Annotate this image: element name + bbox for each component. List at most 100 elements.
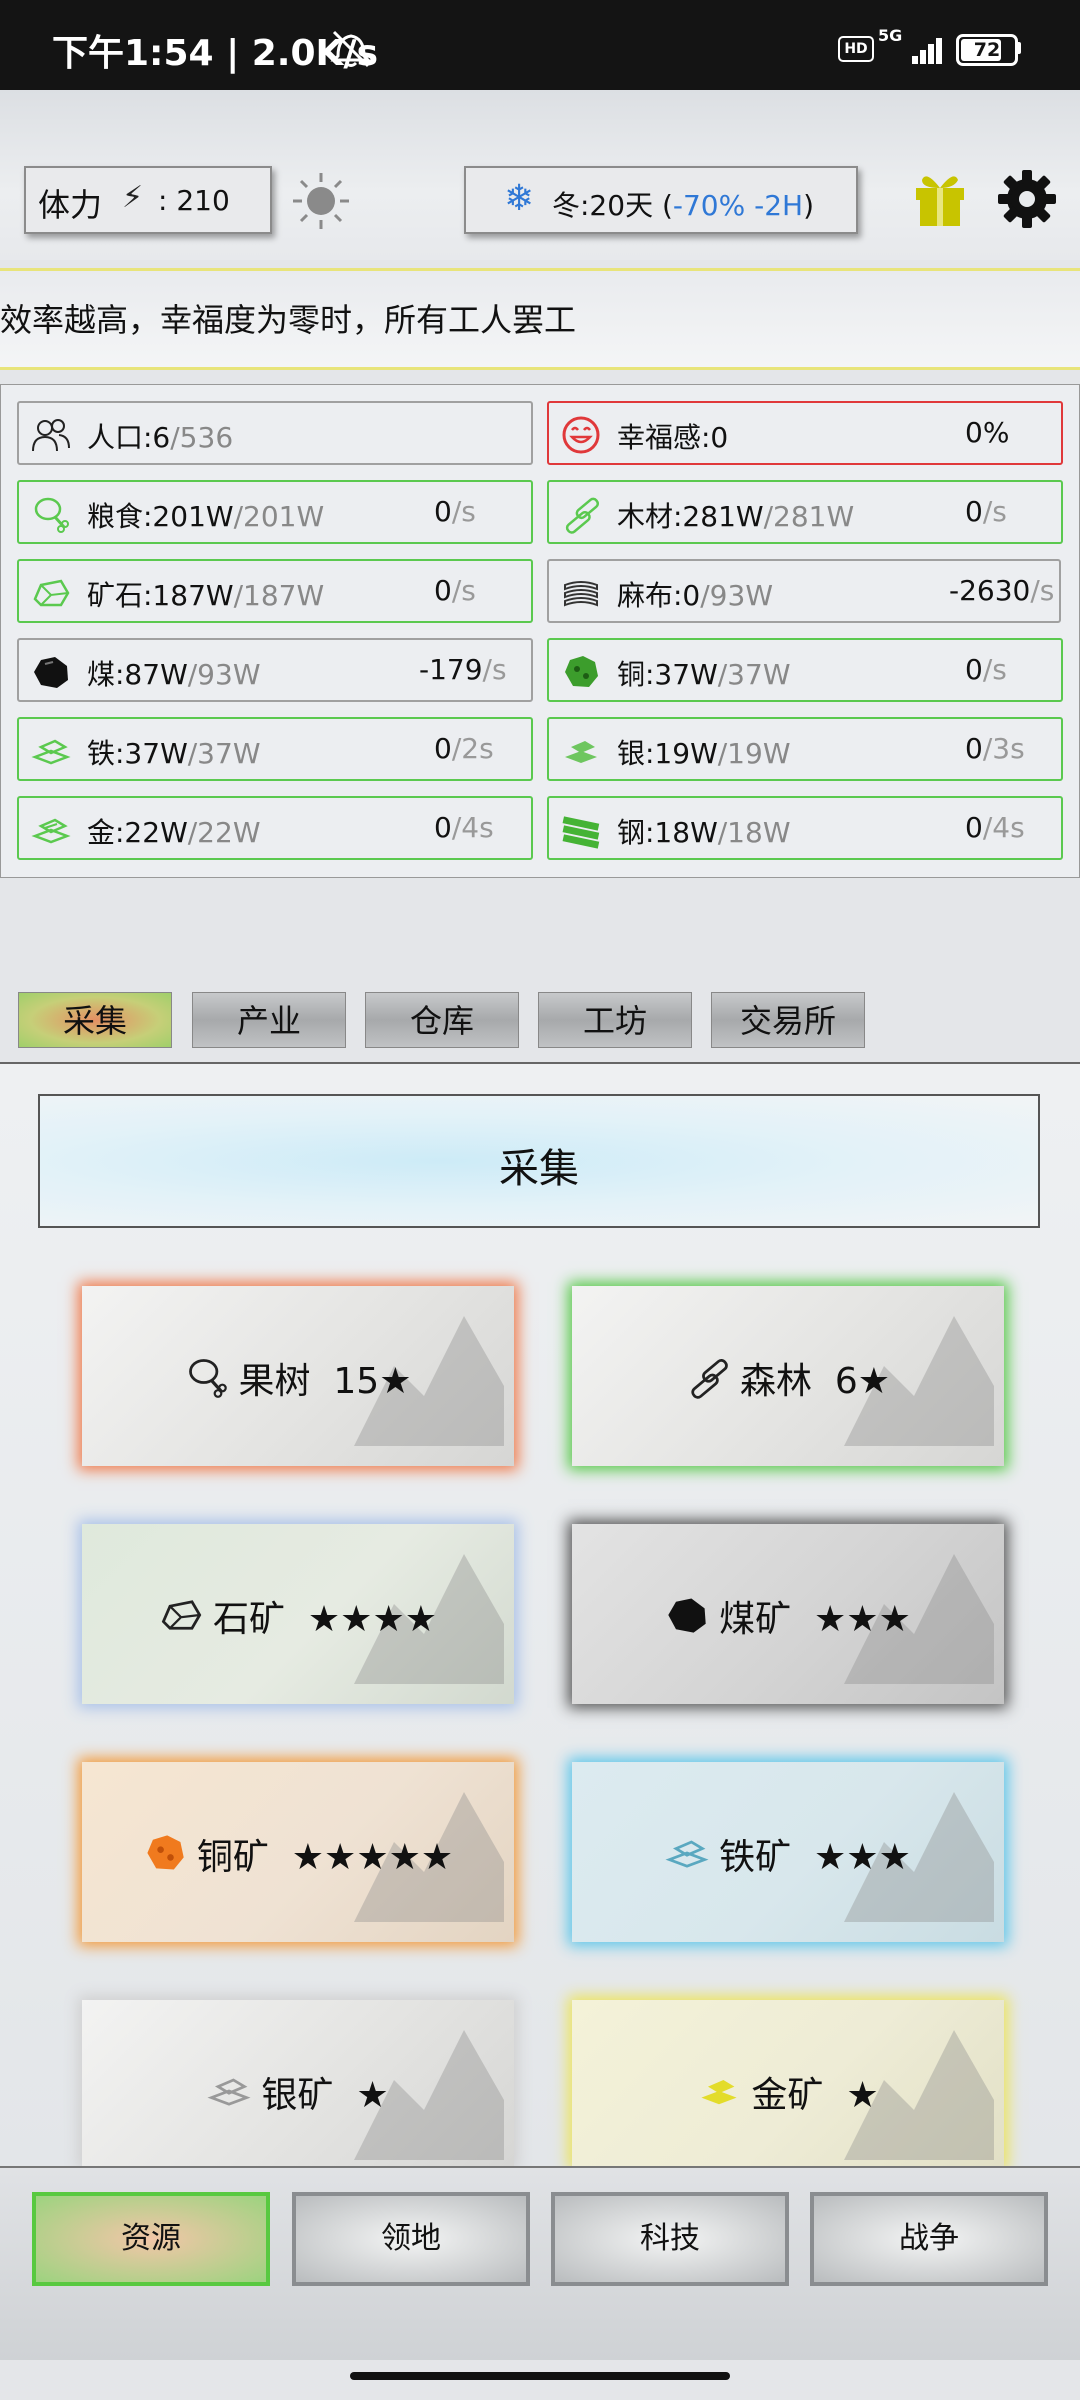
resource-coal[interactable]: 煤:87W/93W -179/s [17,638,533,702]
home-indicator[interactable] [350,2372,730,2380]
resource-label: 银:19W/19W [617,732,791,772]
forest-icon [691,1358,728,1399]
resource-max: /37W [187,737,261,770]
resource-copper[interactable]: 铜:37W/37W 0/s [547,638,1063,702]
tab-gather[interactable]: 采集 [18,992,172,1048]
resource-silver[interactable]: 银:19W/19W 0/3s [547,717,1063,781]
nav-war[interactable]: 战争 [810,2192,1048,2286]
iron-icon [665,1840,709,1868]
linen-icon [564,581,598,607]
bolt-icon: ⚡ [122,180,144,215]
section-banner: 采集 [38,1094,1040,1228]
resource-label: 人口:6/536 [87,416,233,456]
rate-value: 0 [434,574,452,607]
card-copper-mine[interactable]: 铜矿 ★★★★★ [82,1762,514,1942]
battery-level: 72 [973,39,1001,61]
rate-unit: /3s [982,732,1025,765]
tab-bar: 采集 产业 仓库 工坊 交易所 [0,992,1080,1052]
card-name: 银矿 [261,2075,334,2116]
steel-icon [562,816,600,849]
tab-warehouse[interactable]: 仓库 [365,992,519,1048]
resource-max: /187W [233,579,325,612]
stamina-label: 体力 [38,186,103,224]
silver-icon [565,741,597,763]
card-fruit-tree[interactable]: 果树 15★ [82,1286,514,1466]
resource-rate: 0/s [965,495,1007,528]
card-gold-mine[interactable]: 金矿 ★ [572,2000,1004,2166]
wood-icon [565,497,600,534]
card-stone[interactable]: 石矿 ★★★★ [82,1524,514,1704]
population-icon [32,419,70,452]
resource-population[interactable]: 人口:6/536 [17,401,533,465]
rate-value: 0 [965,732,983,765]
rate-unit: /s [982,653,1007,686]
card-stars: ★★★★ [307,1599,437,1640]
resource-wood[interactable]: 木材:281W/281W 0/s [547,480,1063,544]
resource-value: 煤:87W [87,658,188,691]
rate-value: 0 [434,495,452,528]
resource-label: 木材:281W/281W [617,495,854,535]
rate-unit: /s [451,574,476,607]
card-label: 煤矿 ★★★ [572,1590,1004,1642]
copper-icon [565,656,598,687]
resource-panel: 人口:6/536 幸福感:0 0% 粮食:201W/201W 0/s 木材:28… [0,384,1080,878]
resource-rate: 0/s [434,495,476,528]
rate-value: 0 [965,495,983,528]
battery-tip [1016,42,1021,54]
rate-unit: /4s [451,811,494,844]
season-text: 冬:20天 (-70% -2H) [552,184,814,224]
season-day: 冬:20天 ( [552,189,673,222]
stamina-value: : 210 [158,184,230,217]
tab-workshop[interactable]: 工坊 [538,992,692,1048]
resource-label: 铜:37W/37W [617,653,791,693]
resource-rate: -2630/s [949,574,1054,607]
card-coal-mine[interactable]: 煤矿 ★★★ [572,1524,1004,1704]
bottom-nav: 资源 领地 科技 战争 [0,2166,1080,2360]
nav-resources[interactable]: 资源 [32,2192,270,2286]
coal-icon [668,1598,706,1633]
resource-steel[interactable]: 钢:18W/18W 0/4s [547,796,1063,860]
tab-exchange[interactable]: 交易所 [711,992,865,1048]
resource-rate: 0/4s [434,811,494,844]
resource-value: 粮食:201W [87,500,234,533]
sun-icon[interactable] [290,170,352,232]
status-bar: 下午1:54 | 2.0K/s HD 5G 72 [0,0,1080,90]
tab-industry[interactable]: 产业 [192,992,346,1048]
card-stars: 15★ [333,1361,412,1402]
card-label: 铜矿 ★★★★★ [82,1828,514,1880]
card-silver-mine[interactable]: 银矿 ★ [82,2000,514,2166]
resource-gold[interactable]: 金:22W/22W 0/4s [17,796,533,860]
resource-linen[interactable]: 麻布:0/93W -2630/s [547,559,1061,623]
rate-unit: /4s [982,811,1025,844]
silver-icon [207,2078,251,2106]
season-box[interactable]: ❄ 冬:20天 (-70% -2H) [464,166,858,234]
rate-value: 0 [434,811,452,844]
resource-label: 钢:18W/18W [617,811,791,851]
card-stars: 6★ [834,1361,891,1402]
card-stars: ★★★ [814,1599,911,1640]
resource-value: 银:19W [617,737,718,770]
card-forest[interactable]: 森林 6★ [572,1286,1004,1466]
gift-icon[interactable] [912,168,968,228]
resource-label: 麻布:0/93W [617,574,773,614]
card-name: 铜矿 [196,1837,269,1878]
season-effect: -70% -2H [672,189,804,222]
card-iron-mine[interactable]: 铁矿 ★★★ [572,1762,1004,1942]
gear-icon[interactable] [996,168,1058,230]
nav-technology[interactable]: 科技 [551,2192,789,2286]
marquee-text: 效率越高，幸福度为零时，所有工人罢工 [0,301,577,339]
resource-iron[interactable]: 铁:37W/37W 0/2s [17,717,533,781]
nav-territory[interactable]: 领地 [292,2192,530,2286]
resource-value: 人口:6 [87,421,171,454]
season-close: ) [803,189,815,222]
resource-food[interactable]: 粮食:201W/201W 0/s [17,480,533,544]
signal-icon [898,30,946,64]
resource-happiness[interactable]: 幸福感:0 0% [547,401,1063,465]
resource-ore[interactable]: 矿石:187W/187W 0/s [17,559,533,623]
resource-label: 金:22W/22W [87,811,261,851]
copper-icon [147,1835,184,1870]
stamina-box[interactable]: 体力 ⚡ : 210 [24,166,272,234]
resource-value: 铁:37W [87,737,188,770]
hd-badge: HD [838,36,874,62]
rate-value: -2630 [949,574,1031,607]
